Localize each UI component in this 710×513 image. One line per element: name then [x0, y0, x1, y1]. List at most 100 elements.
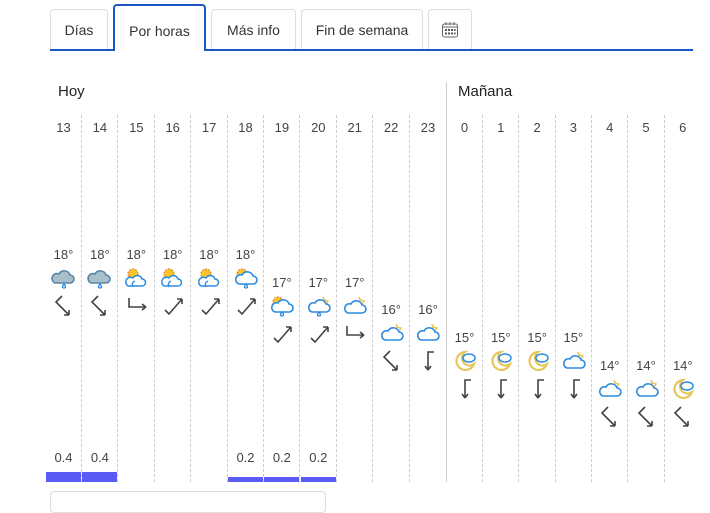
precipitation-bar: [264, 477, 300, 482]
wind-right-icon: [346, 325, 365, 339]
precipitation-value: 0.4: [54, 450, 73, 465]
hour-column: 16 18°: [155, 115, 192, 482]
tab-label: Días: [64, 22, 94, 38]
temperature: 18°: [53, 247, 74, 262]
temperature: 15°: [527, 330, 547, 346]
crescent-cloud-icon: [455, 350, 477, 372]
day-label-tomorrow: Mañana: [458, 83, 513, 100]
precipitation-value: 0.4: [90, 450, 109, 465]
hour-label: 19: [274, 120, 290, 135]
sun-clouds-icon: [161, 268, 183, 288]
temperature: 18°: [199, 247, 219, 262]
crescent-cloud-icon: [673, 378, 695, 399]
hour-label: 15: [129, 120, 144, 135]
hour-label: 1: [497, 120, 505, 135]
crescent-cloud-icon: [491, 350, 513, 372]
hour-label: 21: [347, 120, 362, 135]
temperature: 14°: [599, 357, 620, 373]
wind-down-icon: [424, 351, 434, 371]
temperature: 15°: [490, 330, 511, 346]
wind-up-right-icon: [273, 325, 293, 343]
moon-cloud-icon: [380, 324, 404, 342]
hour-label: 13: [56, 120, 71, 135]
hour-label: 22: [383, 120, 399, 135]
tab-label: Fin de semana: [315, 22, 409, 38]
tab-fin-de-semana[interactable]: Fin de semana: [301, 9, 423, 50]
wind-down-right-icon: [54, 295, 70, 316]
wind-down-icon: [533, 379, 544, 399]
temperature: 18°: [162, 247, 183, 262]
wind-down-icon: [497, 379, 508, 399]
temperature: 17°: [344, 274, 365, 290]
hour-column: 4 14°: [592, 115, 629, 482]
hour-column: 19 17° 0.2: [264, 115, 301, 482]
hour-column: 3 15°: [556, 115, 592, 482]
tab-calendar[interactable]: [428, 9, 472, 50]
precipitation-bar: [228, 477, 263, 482]
wind-right-icon: [127, 298, 147, 311]
temperature: 18°: [126, 247, 147, 262]
hour-label: 5: [642, 120, 650, 135]
precipitation-bar: [300, 477, 336, 482]
moon-cloud-drop-icon: [307, 296, 331, 317]
precipitation-bar: [46, 472, 81, 482]
calendar-icon: [442, 22, 458, 38]
hour-label: 4: [606, 120, 614, 135]
tab-label: Por horas: [129, 22, 190, 39]
sun-cloud-drop-icon: [271, 296, 295, 317]
wind-down-right-icon: [637, 406, 653, 427]
hour-label: 14: [92, 120, 108, 135]
hour-label: 16: [165, 120, 180, 135]
wind-up-right-icon: [201, 298, 220, 316]
wind-down-right-icon: [382, 350, 398, 372]
moon-cloud-icon: [562, 351, 586, 369]
temperature: 15°: [454, 330, 475, 346]
hour-column: 15 18°: [119, 115, 155, 482]
hour-column: 22 16°: [374, 115, 410, 482]
hour-label: 20: [311, 120, 326, 135]
precipitation-bar: [82, 472, 118, 482]
temperature: 14°: [672, 357, 693, 373]
tab-dias[interactable]: Días: [50, 9, 108, 50]
wind-down-icon: [570, 379, 580, 399]
hour-column: 5 14°: [629, 115, 665, 482]
hour-column: 2 15°: [520, 115, 556, 482]
sun-clouds-icon: [124, 268, 147, 288]
wind-up-right-icon: [237, 298, 256, 316]
temperature: 17°: [272, 274, 292, 290]
temperature: 16°: [381, 302, 401, 318]
hour-column: 17 18°: [192, 115, 228, 482]
hour-column: 14 18° 0.4: [82, 115, 119, 482]
hour-column: 13 18° 0.4: [46, 115, 82, 482]
hour-column: 6 14°: [665, 115, 701, 482]
sun-cloud-drop-icon: [235, 268, 258, 289]
temperature: 18°: [235, 247, 256, 262]
wind-up-right-icon: [310, 325, 329, 343]
wind-down-right-icon: [601, 406, 616, 427]
tab-mas-info[interactable]: Más info: [211, 9, 296, 50]
precipitation-value: 0.2: [236, 450, 255, 465]
hour-label: 17: [201, 120, 217, 135]
rain-cloud-icon: [51, 270, 75, 289]
bottom-panel: [50, 491, 326, 513]
tab-por-horas[interactable]: Por horas: [113, 4, 206, 51]
tab-label: Más info: [227, 22, 280, 38]
hour-column: 20 17° 0.2: [300, 115, 337, 482]
day-label-today: Hoy: [58, 83, 85, 100]
precipitation-value: 0.2: [309, 450, 328, 465]
wind-down-icon: [461, 379, 471, 399]
hour-label: 2: [533, 120, 541, 135]
wind-down-right-icon: [91, 295, 107, 316]
rain-cloud-icon: [87, 270, 112, 289]
precipitation-value: 0.2: [272, 450, 291, 465]
hour-label: 6: [679, 120, 687, 135]
hour-column: 1 15°: [483, 115, 520, 482]
crescent-cloud-icon: [528, 350, 549, 372]
wind-down-right-icon: [673, 406, 689, 427]
sun-clouds-icon: [197, 268, 219, 288]
hour-label: 3: [569, 120, 577, 135]
hour-column: 23 16°: [410, 115, 446, 482]
hour-label: 23: [420, 120, 436, 135]
temperature: 15°: [563, 330, 584, 346]
hour-label: 18: [238, 120, 253, 135]
